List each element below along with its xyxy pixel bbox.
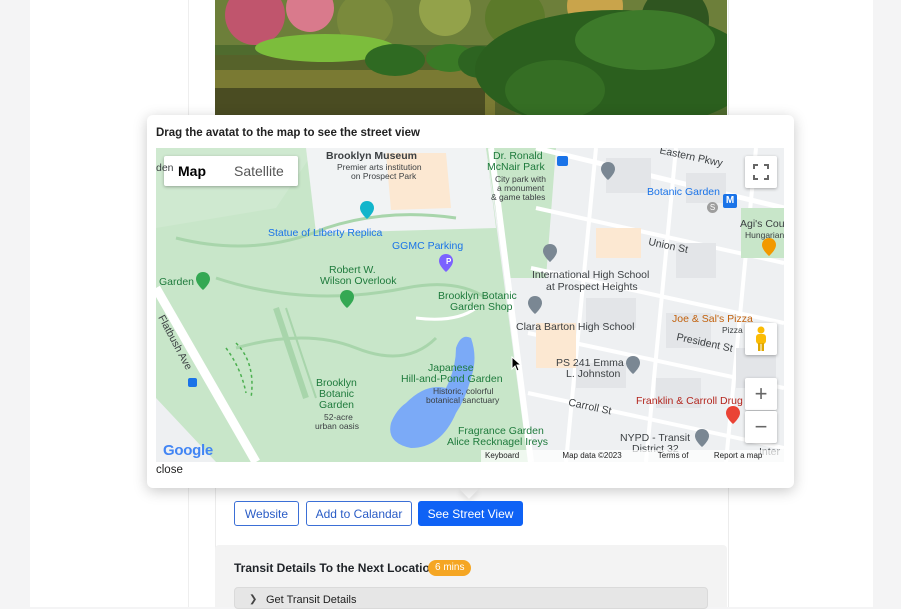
pegman-icon [756,326,766,351]
add-to-calendar-button[interactable]: Add to Calandar [306,501,412,526]
shop-pin-icon [528,296,542,314]
location-photo [215,0,727,120]
map-label: Franklin & Carroll Drug [636,395,743,407]
map-label: Hill-and-Pond Garden [401,373,503,385]
map[interactable]: Map Satellite + − M S den Brooklyn Museu… [156,148,784,462]
garden-pin-icon [196,272,210,290]
map-type-control: Map Satellite [164,156,298,186]
map-label: L. Johnston [566,368,621,380]
street-view-popup: Drag the avatat to the map to see the st… [147,115,794,488]
map-label: GGMC Parking [392,240,464,252]
map-label: urban oasis [315,421,359,431]
school-pin-icon [626,356,640,374]
transit-section: Transit Details To the Next Location 6 m… [215,545,727,609]
map-data-attribution: Map data ©2023 Google [562,451,622,460]
map-label: Garden Shop [450,301,513,313]
map-label: Garden [319,399,355,411]
parking-letter: P [446,257,452,266]
school-pin-icon [543,244,557,262]
map-label: International High School [532,269,650,281]
chevron-right-icon: ❯ [249,594,258,605]
transit-title: Transit Details To the Next Location [234,561,438,575]
school-pin-icon [601,162,615,180]
website-button[interactable]: Website [234,501,299,526]
map-label: at Prospect Heights [546,281,638,293]
bus-stop-icon [557,156,568,166]
map-type-satellite-button[interactable]: Satellite [220,156,298,186]
google-logo: Google [163,442,213,459]
map-label: Clara Barton High School [516,321,635,333]
map-label: Garden [159,276,195,288]
map-footer: Keyboard shortcuts Map data ©2023 Google… [481,450,784,462]
map-label: Hungarian • $ [745,230,784,240]
popup-title: Drag the avatat to the map to see the st… [156,127,420,139]
see-street-view-button[interactable]: See Street View [418,501,523,526]
map-label: Pizza [722,325,743,335]
fullscreen-icon [753,164,769,180]
zoom-out-button[interactable]: − [745,411,777,443]
map-label: Statue of Liberty Replica [268,227,383,239]
close-popup-link[interactable]: close [156,464,183,476]
report-map-error-link[interactable]: Report a map error [714,450,780,462]
transit-details-toggle[interactable]: ❯ Get Transit Details [234,587,708,609]
duration-badge: 6 mins [428,560,472,576]
map-label: Botanic Garden [647,186,720,198]
map-label: McNair Park [487,161,545,173]
map-label: Wilson Overlook [320,275,397,287]
map-label: Alice Recknagel Ireys [447,436,548,448]
subway-s-icon: S [707,202,718,213]
google-logo-text: Google [163,442,213,459]
map-label: den [156,162,174,174]
bus-stop-icon [188,378,197,387]
police-pin-icon [695,429,709,447]
park-pin-icon [340,290,354,308]
keyboard-shortcuts-link[interactable]: Keyboard shortcuts [485,450,552,462]
zoom-in-button[interactable]: + [745,378,777,410]
fullscreen-button[interactable] [745,156,777,188]
map-label: on Prospect Park [351,171,417,181]
map-label: botanical sanctuary [426,395,500,405]
terms-of-use-link[interactable]: Terms of Use [658,450,704,462]
transit-details-label: Get Transit Details [266,594,357,606]
map-label: & game tables [491,192,546,202]
pegman-button[interactable] [745,323,777,355]
museum-pin-icon [360,201,374,219]
pharmacy-pin-icon [726,406,740,424]
metro-icon: M [723,194,737,208]
